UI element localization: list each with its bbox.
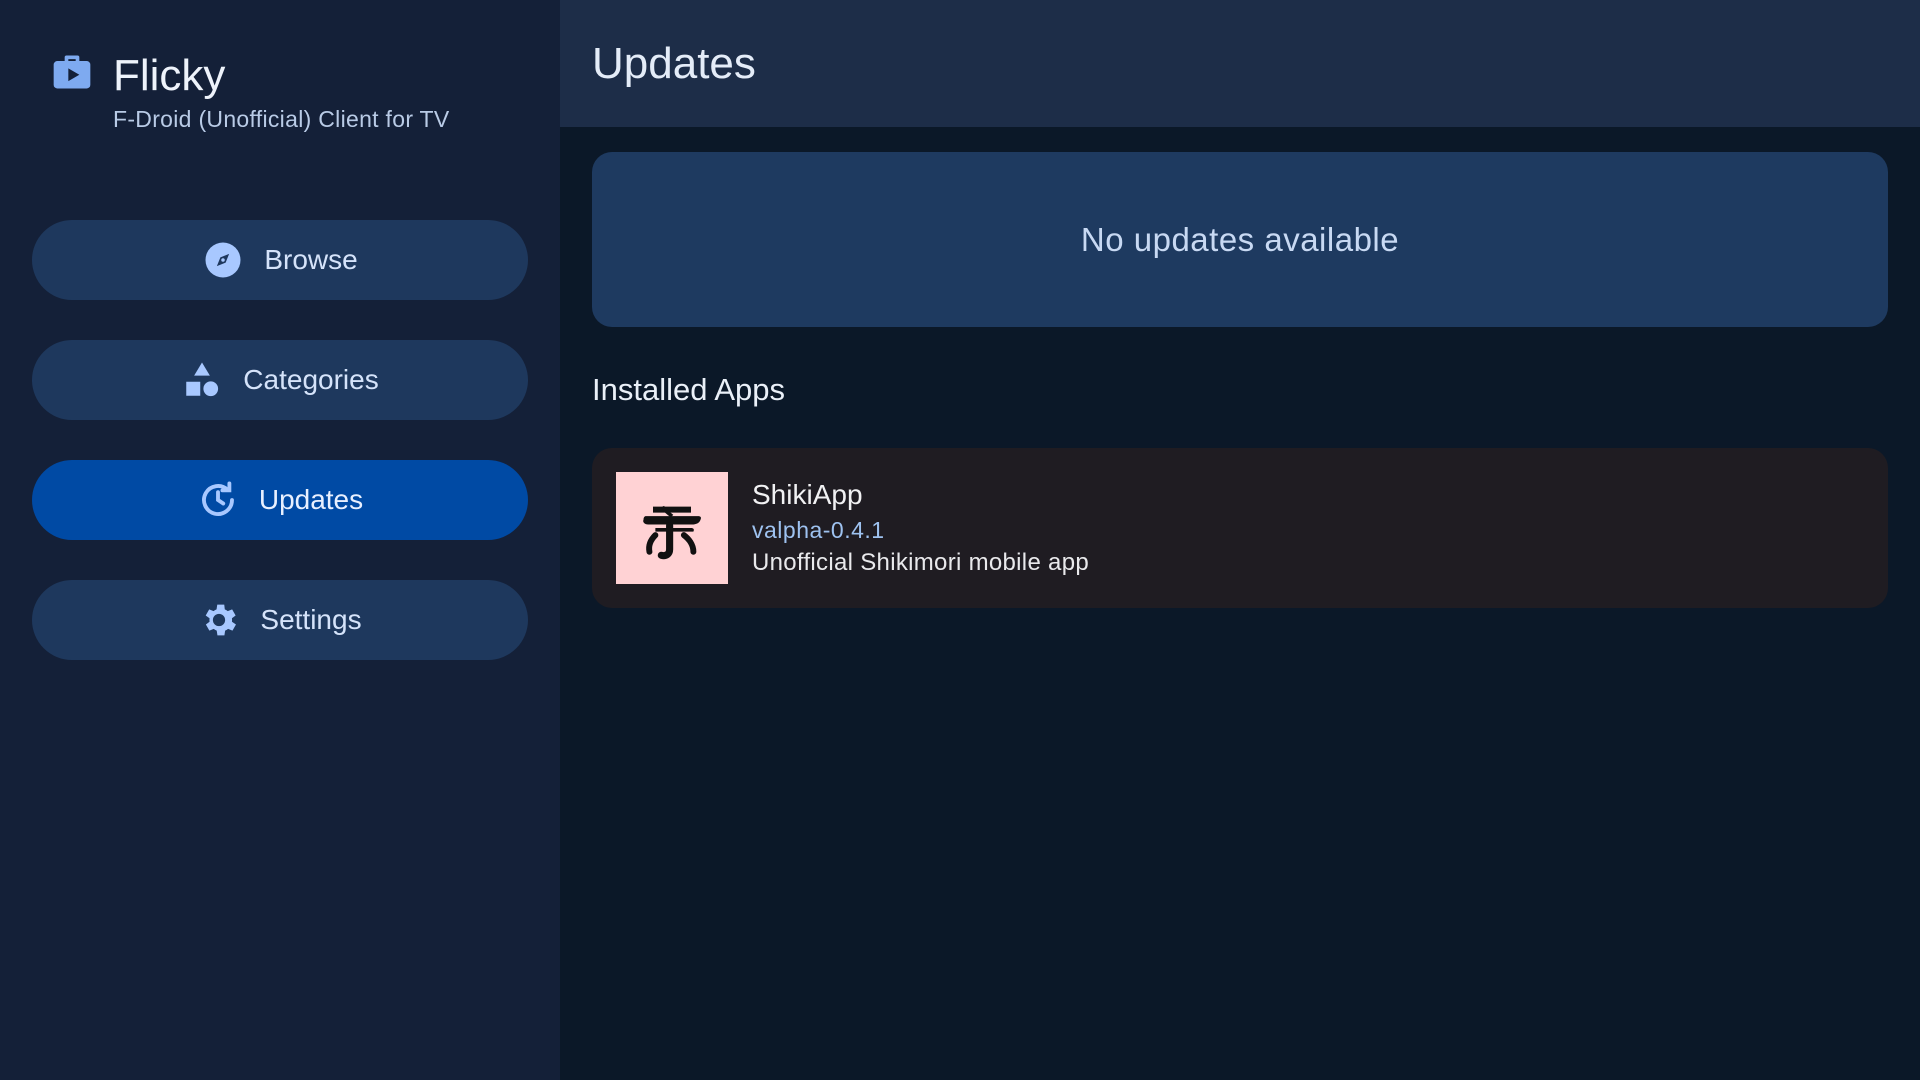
app-name: ShikiApp: [752, 479, 863, 510]
update-clock-icon: [197, 479, 239, 521]
sidebar: Flicky F-Droid (Unofficial) Client for T…: [0, 0, 560, 1080]
shapes-icon: [181, 359, 223, 401]
nav-item-settings[interactable]: Settings: [32, 580, 528, 660]
brand: Flicky F-Droid (Unofficial) Client for T…: [50, 48, 450, 133]
app-version: valpha-0.4.1: [752, 517, 885, 543]
nav-label-browse: Browse: [264, 244, 358, 275]
nav-label-settings: Settings: [260, 604, 362, 635]
compass-icon: [202, 239, 244, 281]
app-root: Flicky F-Droid (Unofficial) Client for T…: [0, 0, 1920, 1080]
nav-label-updates: Updates: [258, 484, 364, 515]
nav-label-categories: Categories: [243, 364, 379, 395]
shikiapp-logo-icon: [616, 472, 728, 584]
page-header: Updates: [560, 0, 1920, 127]
content-area: No updates available Installed Apps Shik…: [560, 127, 1920, 608]
installed-apps-heading: Installed Apps: [592, 372, 786, 407]
main-panel: Updates No updates available Installed A…: [560, 0, 1920, 1080]
nav-item-browse[interactable]: Browse: [32, 220, 528, 300]
nav-item-updates[interactable]: Updates: [32, 460, 528, 540]
app-title: Flicky: [113, 51, 226, 100]
app-info: ShikiApp valpha-0.4.1 Unofficial Shikimo…: [752, 479, 1089, 577]
no-updates-card[interactable]: No updates available: [592, 152, 1888, 327]
nav-item-categories[interactable]: Categories: [32, 340, 528, 420]
main-navigation: Browse Categories Updates Settings: [32, 220, 528, 700]
briefcase-play-icon: [53, 55, 91, 89]
no-updates-message: No updates available: [1080, 220, 1400, 258]
gear-icon: [198, 599, 240, 641]
installed-app-card[interactable]: ShikiApp valpha-0.4.1 Unofficial Shikimo…: [592, 448, 1888, 608]
app-subtitle: F-Droid (Unofficial) Client for TV: [113, 106, 450, 132]
app-description: Unofficial Shikimori mobile app: [752, 549, 1090, 576]
page-title: Updates: [592, 38, 756, 88]
